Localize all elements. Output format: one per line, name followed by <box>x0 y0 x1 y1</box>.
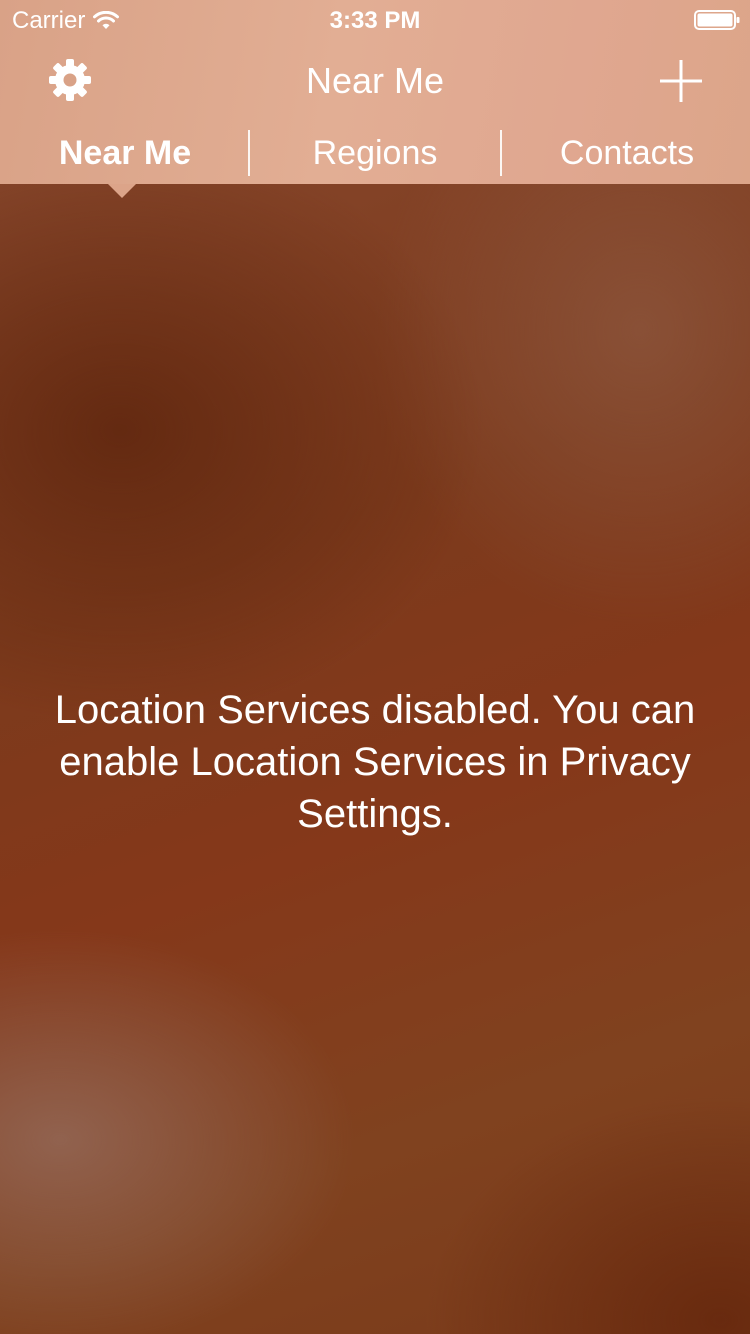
location-disabled-message: Location Services disabled. You can enab… <box>54 688 696 836</box>
navigation-bar: Near Me <box>0 40 750 128</box>
header: Carrier 3:33 PM Near Me Near Me Regions … <box>0 0 750 184</box>
tab-contacts[interactable]: Contacts <box>502 134 750 173</box>
status-bar: Carrier 3:33 PM <box>0 0 750 40</box>
segmented-tab-bar: Near Me Regions Contacts <box>0 128 750 184</box>
tab-regions[interactable]: Regions <box>250 134 500 173</box>
plus-icon[interactable] <box>658 58 704 104</box>
status-time: 3:33 PM <box>329 7 421 34</box>
active-tab-indicator <box>108 184 136 198</box>
tab-near-me[interactable]: Near Me <box>0 134 250 173</box>
page-title: Near Me <box>305 60 445 101</box>
battery-icon <box>694 10 740 30</box>
